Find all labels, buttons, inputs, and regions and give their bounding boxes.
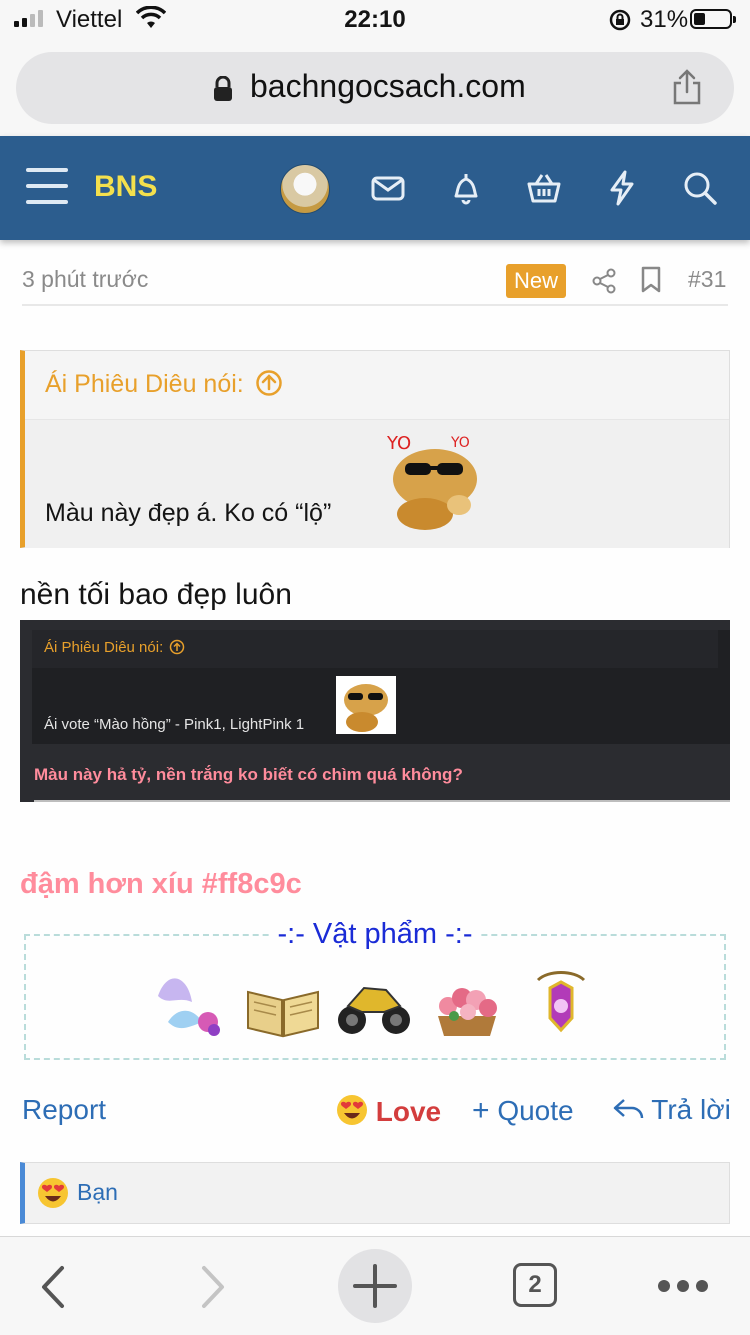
quote-body bbox=[25, 419, 729, 548]
menu-icon[interactable] bbox=[26, 168, 68, 206]
quote-block: Ái Phiêu Diêu nói: Màu này đẹp á. Ko có … bbox=[20, 350, 730, 548]
reply-button[interactable]: Trả lời bbox=[612, 1094, 731, 1126]
rotation-lock-icon bbox=[609, 9, 631, 31]
arrow-up-circle-icon[interactable] bbox=[255, 369, 283, 397]
svg-text:YO: YO bbox=[450, 435, 470, 451]
mail-icon[interactable] bbox=[370, 170, 406, 206]
padlock-icon bbox=[214, 76, 232, 101]
embedded-quote-author-text: Ái Phiêu Diêu nói: bbox=[44, 639, 164, 656]
back-icon[interactable] bbox=[38, 1265, 68, 1309]
battery-percent: 31% bbox=[640, 6, 689, 33]
site-header: BNS bbox=[0, 136, 750, 240]
items-title-text: -:- Vật phẩm -:- bbox=[271, 918, 479, 950]
plus-icon bbox=[353, 1264, 397, 1308]
forward-icon[interactable] bbox=[198, 1265, 228, 1309]
address-bar[interactable]: bachngocsach.com bbox=[16, 52, 734, 124]
motorbike-item-icon bbox=[338, 986, 410, 1034]
love-label: Love bbox=[375, 1096, 442, 1127]
share-post-icon[interactable] bbox=[592, 268, 616, 294]
reaction-user[interactable]: Bạn bbox=[77, 1179, 118, 1206]
report-link[interactable]: Report bbox=[22, 1094, 106, 1126]
share-icon[interactable] bbox=[670, 68, 704, 106]
post-number[interactable]: #31 bbox=[688, 266, 726, 293]
embedded-reply-text: Màu này hả tỷ, nền trắng ko biết có chìm… bbox=[34, 765, 463, 784]
reaction-summary[interactable]: Bạn bbox=[20, 1162, 730, 1224]
arrow-up-circle-icon bbox=[170, 639, 185, 655]
browser-address-area: bachngocsach.com bbox=[0, 40, 750, 136]
reply-label: Trả lời bbox=[651, 1094, 731, 1125]
quote-text: Màu này đẹp á. Ko có “lộ” bbox=[45, 499, 332, 527]
status-bar: Viettel 22:10 31% bbox=[0, 0, 750, 40]
more-icon[interactable] bbox=[658, 1279, 715, 1297]
url-domain: bachngocsach.com bbox=[250, 68, 526, 104]
lightning-icon[interactable] bbox=[604, 170, 640, 206]
monkey-sunglasses-emoji bbox=[336, 676, 396, 734]
monkey-sunglasses-emoji: YO YO bbox=[386, 433, 477, 530]
embedded-quote-author: Ái Phiêu Diêu nói: bbox=[44, 639, 185, 656]
bell-icon[interactable] bbox=[448, 170, 484, 206]
post-text-line: nền tối bao đẹp luôn bbox=[20, 578, 292, 611]
items-box: -:- Vật phẩm -:- bbox=[24, 918, 726, 1060]
heart-eyes-emoji-icon bbox=[337, 1095, 367, 1125]
battery-icon bbox=[690, 9, 736, 29]
quote-author: Ái Phiêu Diêu nói: bbox=[45, 370, 244, 398]
signature-pink-text: đậm hơn xíu #ff8c9c bbox=[20, 868, 302, 900]
new-badge: New bbox=[506, 264, 567, 298]
search-icon[interactable] bbox=[682, 170, 718, 206]
quote-label: Quote bbox=[497, 1095, 574, 1126]
svg-text:YO: YO bbox=[386, 433, 411, 454]
basket-icon[interactable] bbox=[526, 170, 562, 206]
embedded-screenshot: Ái Phiêu Diêu nói: Ái vote “Mào hồng” - … bbox=[20, 620, 730, 802]
quote-header[interactable]: Ái Phiêu Diêu nói: bbox=[45, 369, 283, 399]
embedded-quote-text: Ái vote “Mào hồng” - Pink1, LightPink 1 bbox=[44, 716, 305, 733]
divider bbox=[34, 800, 730, 802]
fairy-wings-item-icon bbox=[158, 978, 220, 1036]
amulet-item-icon bbox=[536, 971, 586, 1033]
post-time[interactable]: 3 phút trước bbox=[22, 266, 148, 293]
flower-basket-item-icon bbox=[438, 988, 497, 1036]
post-meta: 3 phút trước New #31 bbox=[22, 258, 728, 306]
plus-icon: + bbox=[472, 1094, 490, 1127]
reply-arrow-icon bbox=[613, 1099, 644, 1119]
quote-button[interactable]: + Quote bbox=[472, 1094, 574, 1128]
browser-toolbar: 2 bbox=[0, 1236, 750, 1335]
site-logo[interactable]: BNS bbox=[94, 170, 157, 204]
items-title: -:- Vật phẩm -:- bbox=[26, 918, 724, 951]
new-tab-button[interactable] bbox=[338, 1249, 412, 1323]
bookmark-icon[interactable] bbox=[640, 266, 662, 294]
tabs-button[interactable]: 2 bbox=[513, 1263, 557, 1307]
love-button[interactable]: Love bbox=[336, 1094, 441, 1128]
heart-eyes-emoji-icon bbox=[38, 1178, 68, 1208]
open-book-item-icon bbox=[247, 990, 319, 1038]
avatar[interactable] bbox=[280, 164, 330, 214]
clock: 22:10 bbox=[344, 6, 406, 33]
